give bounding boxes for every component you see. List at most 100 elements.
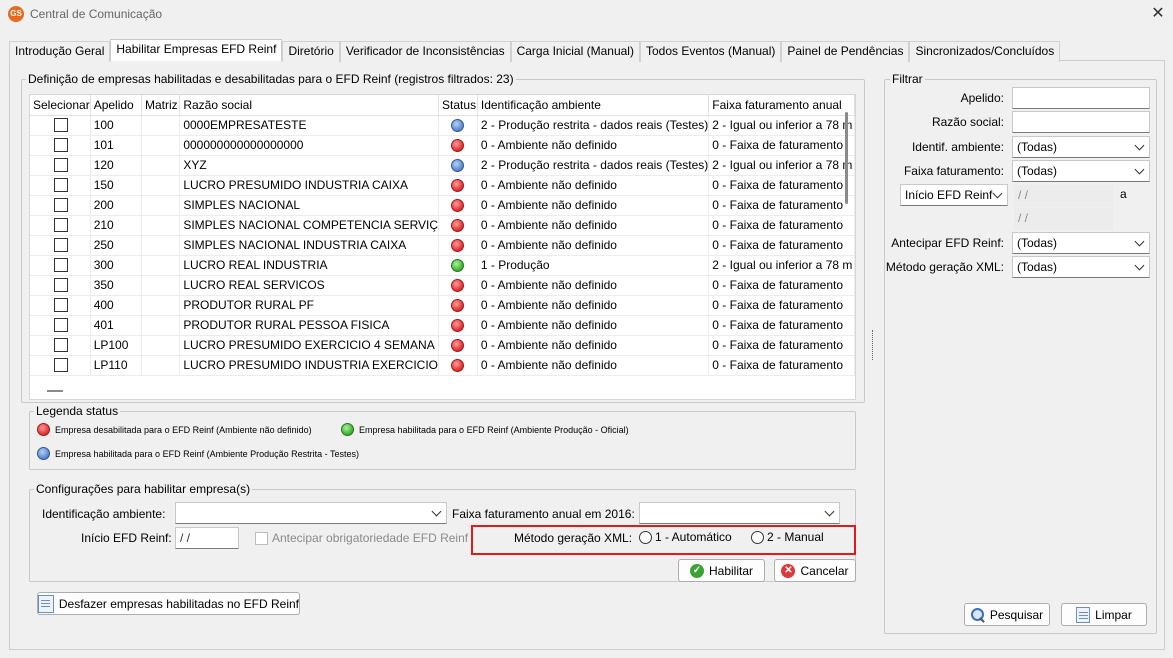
filter-metodo-label: Método geração XML: (885, 260, 1004, 274)
radio-automatico[interactable] (639, 530, 652, 544)
panel-splitter[interactable] (872, 330, 874, 360)
select-cell[interactable] (30, 215, 91, 236)
status-red-icon (451, 319, 465, 333)
select-cell[interactable] (30, 115, 91, 136)
table-row[interactable]: 401 PRODUTOR RURAL PESSOA FISICA 0 - Ambie… (30, 315, 855, 336)
metodo-option-automatico[interactable]: 1 - Automático (639, 530, 732, 544)
status-cell (438, 135, 478, 156)
apelido-cell: 250 (90, 235, 142, 256)
select-checkbox[interactable] (54, 138, 69, 153)
filter-antecipar-combo[interactable]: (Todas) (1012, 232, 1150, 254)
select-cell[interactable] (30, 335, 91, 356)
select-cell[interactable] (30, 135, 91, 156)
grid-horizontal-scrollbar[interactable] (47, 390, 63, 392)
tab-carga-inicial[interactable]: Carga Inicial (Manual) (510, 41, 640, 62)
select-checkbox[interactable] (54, 298, 69, 313)
select-checkbox[interactable] (54, 358, 69, 373)
tab-verificador[interactable]: Verificador de Inconsistências (339, 41, 511, 62)
col-header-apelido[interactable]: Apelido (90, 95, 142, 116)
select-checkbox[interactable] (54, 318, 69, 333)
check-icon: ✓ (689, 563, 704, 578)
select-checkbox[interactable] (54, 118, 69, 133)
faixa-cell: 0 - Faixa de faturamento (708, 235, 855, 256)
cancelar-button[interactable]: ✕ Cancelar (774, 559, 856, 582)
select-cell[interactable] (30, 315, 91, 336)
razao-cell: LUCRO PRESUMIDO EXERCICIO 4 SEMANA (179, 335, 440, 356)
col-header-ambiente[interactable]: Identificação ambiente (477, 95, 710, 116)
radio-manual[interactable] (751, 530, 764, 544)
pesquisar-button[interactable]: Pesquisar (964, 603, 1050, 626)
select-checkbox[interactable] (54, 178, 69, 193)
close-icon[interactable]: ✕ (1148, 4, 1168, 24)
select-cell[interactable] (30, 195, 91, 216)
table-row[interactable]: 350 LUCRO REAL SERVICOS 0 - Ambiente não d… (30, 275, 855, 296)
filter-razao-input[interactable] (1012, 111, 1150, 133)
select-checkbox[interactable] (54, 238, 69, 253)
select-cell[interactable] (30, 155, 91, 176)
table-row[interactable]: 100 0000EMPRESATESTE 2 - Produção restrita… (30, 115, 855, 136)
table-row[interactable]: 101 000000000000000000 0 - Ambiente não de… (30, 135, 855, 156)
col-header-matriz[interactable]: Matriz (141, 95, 181, 116)
table-row[interactable]: 400 PRODUTOR RURAL PF 0 - Ambiente não def… (30, 295, 855, 316)
filter-metodo-combo[interactable]: (Todas) (1012, 256, 1150, 278)
status-blue-icon (451, 159, 465, 173)
antecipar-checkbox[interactable] (255, 531, 268, 545)
faixa-cell: 0 - Faixa de faturamento (708, 275, 855, 296)
table-row[interactable]: 200 SIMPLES NACIONAL 0 - Ambiente não defi… (30, 195, 855, 216)
limpar-button[interactable]: Limpar (1061, 603, 1147, 626)
habilitar-button[interactable]: ✓ Habilitar (678, 559, 765, 582)
tab-todos-eventos[interactable]: Todos Eventos (Manual) (639, 41, 782, 62)
table-row[interactable]: 300 LUCRO REAL INDUSTRIA 1 - Produção 2 - I… (30, 255, 855, 276)
faixa-cell: 0 - Faixa de faturamento (708, 355, 855, 376)
table-row[interactable]: LP100 LUCRO PRESUMIDO EXERCICIO 4 SEMANA 0… (30, 335, 855, 356)
select-checkbox[interactable] (54, 338, 69, 353)
filter-ambiente-combo[interactable]: (Todas) (1012, 136, 1150, 158)
cancel-icon: ✕ (781, 563, 796, 578)
tab-sincronizados[interactable]: Sincronizados/Concluídos (909, 41, 1061, 62)
select-cell[interactable] (30, 295, 91, 316)
table-row[interactable]: LP110 LUCRO PRESUMIDO INDUSTRIA EXERCICIO… (30, 355, 855, 376)
razao-cell: XYZ (179, 155, 440, 176)
col-header-status[interactable]: Status (438, 95, 478, 116)
desfazer-button[interactable]: Desfazer empresas habilitadas no EFD Rei… (37, 592, 300, 615)
select-cell[interactable] (30, 275, 91, 296)
select-checkbox[interactable] (54, 198, 69, 213)
select-cell[interactable] (30, 255, 91, 276)
filter-apelido-input[interactable] (1012, 87, 1150, 109)
ambiente-cell: 0 - Ambiente não definido (477, 335, 710, 356)
filter-faixa-combo[interactable]: (Todas) (1012, 160, 1150, 182)
antecipar-checkbox-row[interactable]: Antecipar obrigatoriedade EFD Reinf (255, 531, 468, 545)
inicio-date-input[interactable]: / / (175, 527, 239, 549)
select-checkbox[interactable] (54, 158, 69, 173)
col-header-faixa[interactable]: Faixa faturamento anual (708, 95, 855, 116)
select-checkbox[interactable] (54, 258, 69, 273)
select-checkbox[interactable] (54, 218, 69, 233)
col-header-razao-social[interactable]: Razão social (179, 95, 440, 116)
tab-painel-pendencias[interactable]: Painel de Pendências (781, 41, 910, 62)
grid-vertical-scrollbar[interactable] (845, 112, 848, 204)
table-row[interactable]: 210 SIMPLES NACIONAL COMPETENCIA SERVIÇ 0 … (30, 215, 855, 236)
col-header-selecionar[interactable]: Selecionar (30, 95, 91, 116)
table-row[interactable]: 120 XYZ 2 - Produção restrita - dados reai… (30, 155, 855, 176)
filter-date-from[interactable]: / / (1014, 185, 1113, 207)
filter-inicio-select[interactable]: Início EFD Reinf (900, 184, 1008, 206)
table-row[interactable]: 250 SIMPLES NACIONAL INDUSTRIA CAIXA 0 - A… (30, 235, 855, 256)
select-cell[interactable] (30, 355, 91, 376)
faixa-combo[interactable] (639, 502, 840, 524)
tab-introducao-geral[interactable]: Introdução Geral (9, 41, 111, 62)
apelido-cell: 150 (90, 175, 142, 196)
faixa-cell: 2 - Igual ou inferior a 78 m (708, 255, 855, 276)
filter-inicio-value: Início EFD Reinf (905, 188, 993, 202)
select-cell[interactable] (30, 235, 91, 256)
tab-habilitar-empresas[interactable]: Habilitar Empresas EFD Reinf (110, 39, 283, 61)
table-row[interactable]: 150 LUCRO PRESUMIDO INDUSTRIA CAIXA 0 - Am… (30, 175, 855, 196)
ambiente-combo[interactable] (175, 502, 447, 524)
filter-date-to[interactable]: / / (1014, 208, 1113, 230)
tab-diretorio[interactable]: Diretório (282, 41, 340, 62)
legend-text-green: Empresa habilitada para o EFD Reinf (Amb… (359, 424, 629, 435)
select-checkbox[interactable] (54, 278, 69, 293)
metodo-opt1-label: 1 - Automático (655, 530, 732, 544)
metodo-option-manual[interactable]: 2 - Manual (751, 530, 824, 544)
chevron-down-icon (992, 188, 1003, 199)
select-cell[interactable] (30, 175, 91, 196)
